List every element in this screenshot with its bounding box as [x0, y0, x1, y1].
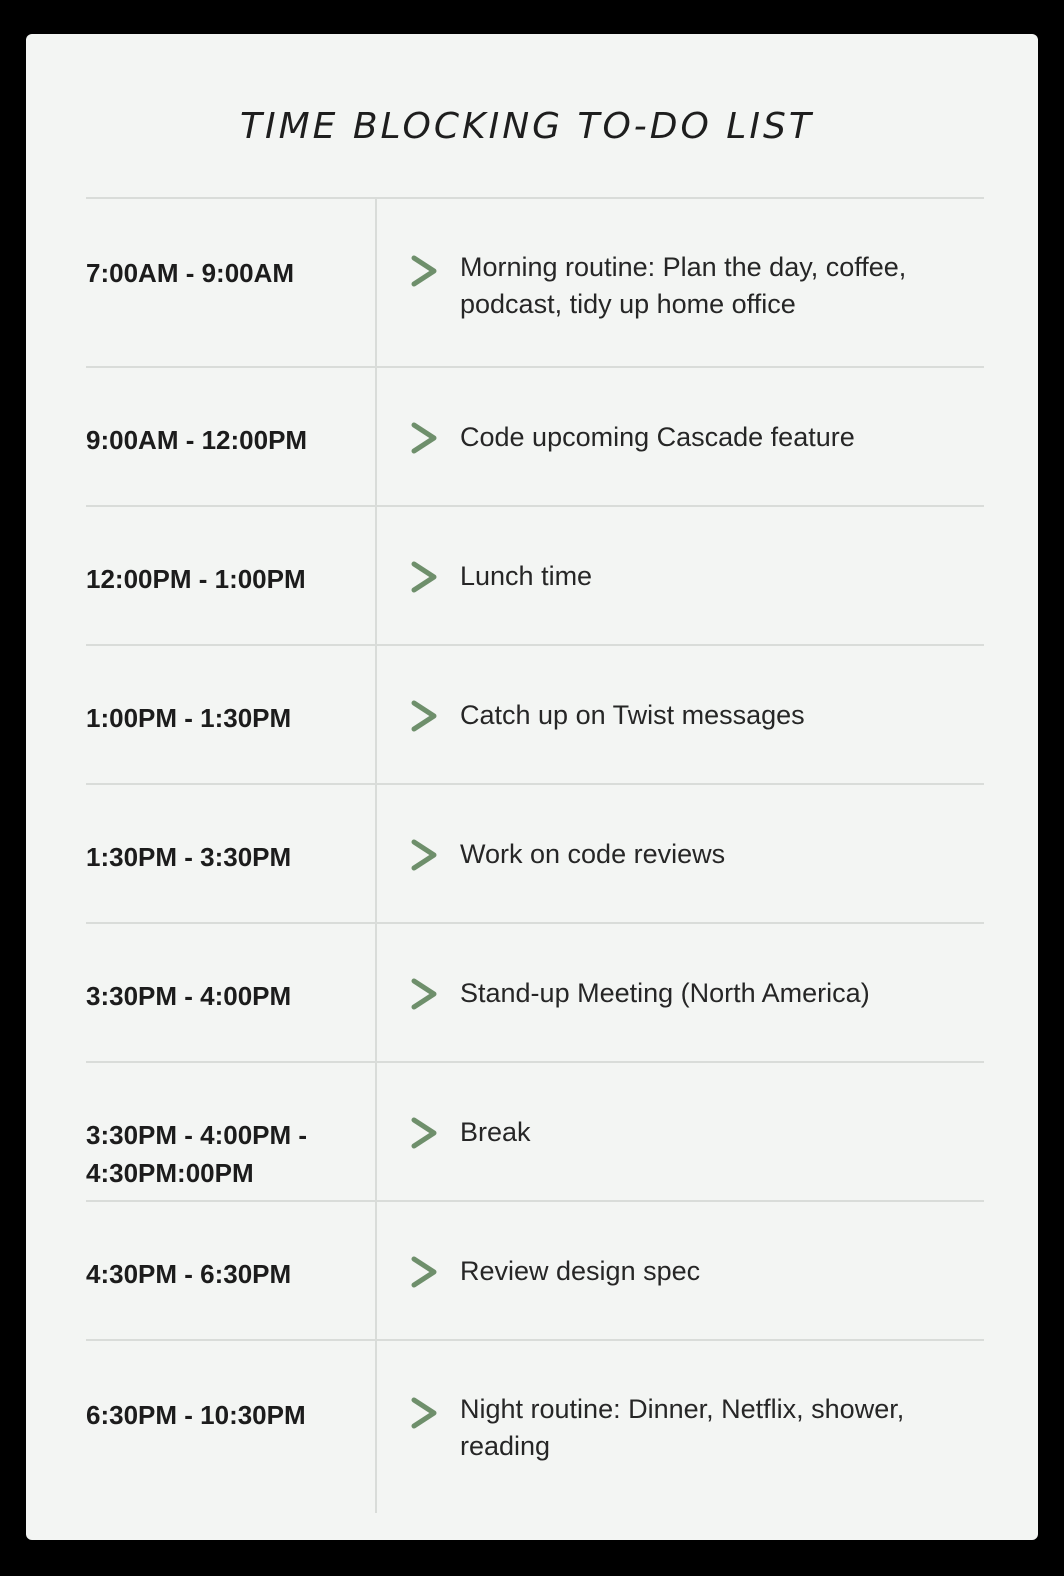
schedule-row: 3:30PM - 4:00PM Stand-up Meeting (North … — [86, 924, 984, 1063]
task-text: Catch up on Twist messages — [460, 700, 805, 730]
chevron-right-icon — [410, 977, 440, 1011]
schedule-row: 4:30PM - 6:30PM Review design spec — [86, 1202, 984, 1341]
task-text: Morning routine: Plan the day, coffee, p… — [460, 252, 907, 319]
schedule-row: 3:30PM - 4:00PM - 4:30PM:00PM Break — [86, 1063, 984, 1202]
chevron-right-icon — [410, 254, 440, 288]
task-text: Work on code reviews — [460, 839, 726, 869]
time-slot: 9:00AM - 12:00PM — [86, 425, 308, 455]
task-text: Stand-up Meeting (North America) — [460, 978, 870, 1008]
time-slot: 1:00PM - 1:30PM — [86, 703, 292, 733]
schedule-row: 1:00PM - 1:30PM Catch up on Twist messag… — [86, 646, 984, 785]
chevron-right-icon — [410, 838, 440, 872]
time-slot: 3:30PM - 4:00PM — [86, 981, 292, 1011]
chevron-right-icon — [410, 421, 440, 455]
chevron-right-icon — [410, 560, 440, 594]
time-slot: 3:30PM - 4:00PM - 4:30PM:00PM — [86, 1120, 308, 1188]
task-text: Review design spec — [460, 1256, 701, 1286]
chevron-right-icon — [410, 1396, 440, 1430]
chevron-right-icon — [410, 1255, 440, 1289]
schedule-table: 7:00AM - 9:00AM Morning routine: Plan th… — [86, 199, 984, 1508]
task-text: Break — [460, 1117, 531, 1147]
time-slot: 1:30PM - 3:30PM — [86, 842, 292, 872]
chevron-right-icon — [410, 699, 440, 733]
schedule-row: 6:30PM - 10:30PM Night routine: Dinner, … — [86, 1341, 984, 1508]
time-slot: 7:00AM - 9:00AM — [86, 258, 295, 288]
todo-card: TIME BLOCKING TO-DO LIST 7:00AM - 9:00AM… — [26, 34, 1038, 1540]
schedule-row: 1:30PM - 3:30PM Work on code reviews — [86, 785, 984, 924]
task-text: Lunch time — [460, 561, 593, 591]
task-text: Code upcoming Cascade feature — [460, 422, 855, 452]
time-slot: 12:00PM - 1:00PM — [86, 564, 306, 594]
schedule-row: 9:00AM - 12:00PM Code upcoming Cascade f… — [86, 368, 984, 507]
chevron-right-icon — [410, 1116, 440, 1150]
time-slot: 6:30PM - 10:30PM — [86, 1400, 306, 1430]
time-slot: 4:30PM - 6:30PM — [86, 1259, 292, 1289]
schedule-row: 7:00AM - 9:00AM Morning routine: Plan th… — [86, 199, 984, 368]
page-title: TIME BLOCKING TO-DO LIST — [240, 106, 814, 147]
task-text: Night routine: Dinner, Netflix, shower, … — [460, 1394, 905, 1461]
schedule-row: 12:00PM - 1:00PM Lunch time — [86, 507, 984, 646]
